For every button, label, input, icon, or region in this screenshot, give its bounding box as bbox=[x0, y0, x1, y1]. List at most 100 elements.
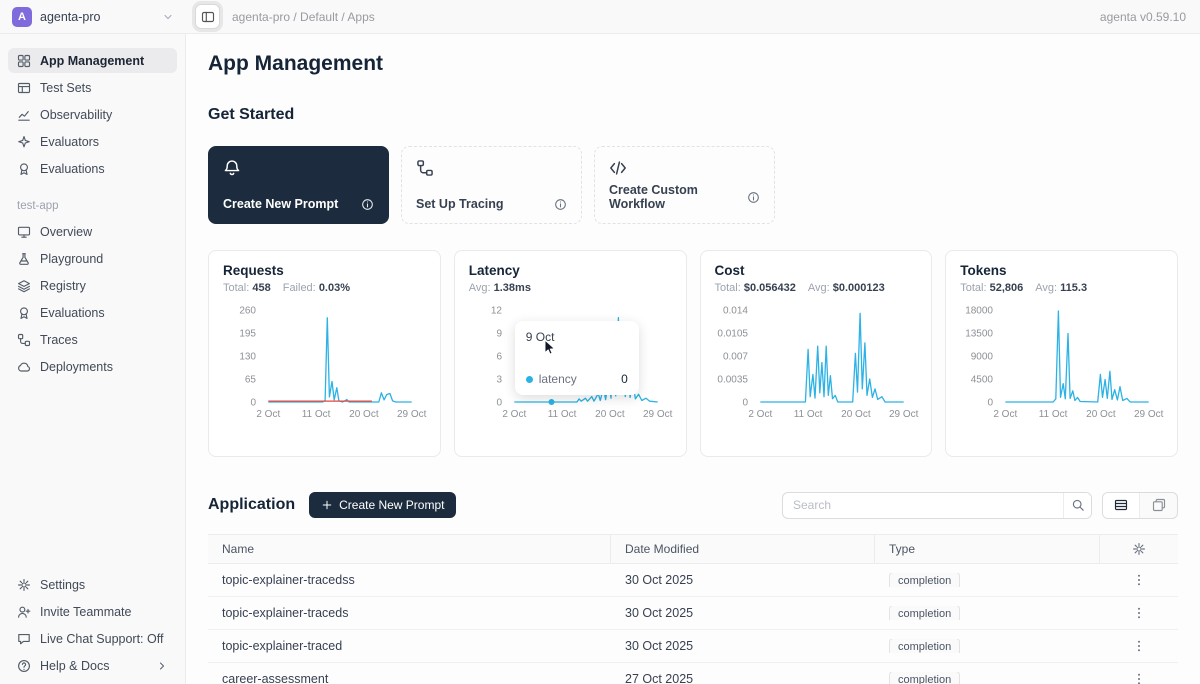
sidebar-item-traces[interactable]: Traces bbox=[8, 327, 177, 352]
grid-icon bbox=[17, 54, 31, 68]
sidebar-item-label: Invite Teammate bbox=[40, 605, 131, 619]
app-type: completion bbox=[875, 672, 1100, 684]
observability-icon bbox=[17, 108, 31, 122]
app-date-modified: 30 Oct 2025 bbox=[611, 606, 875, 620]
dots-vertical-icon[interactable] bbox=[1132, 639, 1146, 653]
workspace-selector[interactable]: A agenta-pro bbox=[0, 7, 186, 27]
card-view-icon bbox=[1152, 498, 1166, 512]
svg-text:11 Oct: 11 Oct bbox=[1039, 409, 1068, 420]
sidebar-item-evaluators[interactable]: Evaluators bbox=[8, 129, 177, 154]
search-icon bbox=[1071, 498, 1085, 512]
tooltip-series-name: latency bbox=[539, 372, 577, 386]
sidebar-item-label: Evaluators bbox=[40, 135, 99, 149]
main-content: App Management Get Started Create New Pr… bbox=[186, 34, 1200, 684]
get-started-cards: Create New Prompt Set Up Tracing Create … bbox=[208, 146, 1178, 224]
table-body: topic-explainer-tracedss 30 Oct 2025 com… bbox=[208, 564, 1178, 684]
series-dot-icon bbox=[526, 376, 533, 383]
type-badge: completion bbox=[889, 639, 960, 653]
svg-text:13500: 13500 bbox=[965, 329, 993, 340]
application-header: Application Create New Prompt bbox=[208, 491, 1178, 519]
table-row[interactable]: career-assessment 27 Oct 2025 completion bbox=[208, 663, 1178, 684]
get-started-card-create-new-prompt[interactable]: Create New Prompt bbox=[208, 146, 389, 224]
deployments-icon bbox=[17, 360, 31, 374]
search-input[interactable] bbox=[783, 493, 1063, 518]
stat-subtitle: Avg: 1.38ms bbox=[469, 282, 672, 294]
sidebar-item-deployments[interactable]: Deployments bbox=[8, 354, 177, 379]
gear-icon[interactable] bbox=[1132, 542, 1146, 556]
column-header-type[interactable]: Type bbox=[875, 535, 1100, 563]
app-name: topic-explainer-traced bbox=[208, 639, 611, 653]
sidebar-item-evaluations[interactable]: Evaluations bbox=[8, 156, 177, 181]
dots-vertical-icon[interactable] bbox=[1132, 573, 1146, 587]
sidebar-toggle-icon bbox=[201, 10, 215, 24]
stat-card-requests: Requests Total: 458Failed: 0.03%06513019… bbox=[208, 250, 441, 457]
sidebar-item-app-management[interactable]: App Management bbox=[8, 48, 177, 73]
topbar: A agenta-pro agenta-pro / Default / Apps… bbox=[0, 0, 1200, 34]
stat-title: Cost bbox=[715, 263, 918, 278]
table-row[interactable]: topic-explainer-traced 30 Oct 2025 compl… bbox=[208, 630, 1178, 663]
stat-card-latency: Latency Avg: 1.38ms0369122 Oct11 Oct20 O… bbox=[454, 250, 687, 457]
breadcrumb: agenta-pro / Default / Apps bbox=[232, 10, 375, 24]
info-circle-icon bbox=[554, 198, 567, 211]
card-label: Set Up Tracing bbox=[416, 197, 504, 211]
sidebar-item-test-sets[interactable]: Test Sets bbox=[8, 75, 177, 100]
stat-pair: Avg: $0.000123 bbox=[808, 282, 885, 294]
table-view-button[interactable] bbox=[1103, 493, 1140, 518]
sidebar-item-help-docs[interactable]: Help & Docs bbox=[8, 653, 177, 678]
dots-vertical-icon[interactable] bbox=[1132, 672, 1146, 684]
card-label: Create Custom Workflow bbox=[609, 183, 747, 211]
evaluators-icon bbox=[17, 135, 31, 149]
type-badge: completion bbox=[889, 606, 960, 620]
sidebar: App Management Test Sets Observability E… bbox=[0, 34, 186, 684]
sidebar-item-playground[interactable]: Playground bbox=[8, 246, 177, 271]
sidebar-item-label: Registry bbox=[40, 279, 86, 293]
chart-requests: 0651301952602 Oct11 Oct20 Oct29 Oct bbox=[223, 304, 429, 422]
svg-text:9: 9 bbox=[496, 329, 502, 340]
svg-text:20 Oct: 20 Oct bbox=[595, 409, 625, 420]
column-header-name[interactable]: Name bbox=[208, 535, 611, 563]
sidebar-main-nav: App Management Test Sets Observability E… bbox=[0, 48, 185, 181]
svg-text:195: 195 bbox=[239, 329, 256, 340]
application-title: Application bbox=[208, 496, 295, 514]
table-row[interactable]: topic-explainer-tracedss 30 Oct 2025 com… bbox=[208, 564, 1178, 597]
dots-vertical-icon[interactable] bbox=[1132, 606, 1146, 620]
sidebar-item-overview[interactable]: Overview bbox=[8, 219, 177, 244]
sidebar-item-settings[interactable]: Settings bbox=[8, 572, 177, 597]
sidebar-item-live-chat-support-off[interactable]: Live Chat Support: Off bbox=[8, 626, 177, 651]
sidebar-item-label: Deployments bbox=[40, 360, 113, 374]
svg-text:0: 0 bbox=[250, 398, 256, 409]
app-type: completion bbox=[875, 606, 1100, 620]
sidebar-item-registry[interactable]: Registry bbox=[8, 273, 177, 298]
sidebar-item-observability[interactable]: Observability bbox=[8, 102, 177, 127]
workspace-avatar: A bbox=[12, 7, 32, 27]
app-date-modified: 30 Oct 2025 bbox=[611, 639, 875, 653]
sidebar-item-label: Overview bbox=[40, 225, 92, 239]
sidebar-item-evaluations[interactable]: Evaluations bbox=[8, 300, 177, 325]
page-title: App Management bbox=[208, 52, 1178, 76]
sidebar-item-label: App Management bbox=[40, 54, 144, 68]
column-header-actions bbox=[1100, 535, 1178, 563]
info-circle-icon bbox=[361, 198, 374, 211]
get-started-card-set-up-tracing[interactable]: Set Up Tracing bbox=[401, 146, 582, 224]
invite-icon bbox=[17, 605, 31, 619]
version-label: agenta v0.59.10 bbox=[1100, 10, 1200, 24]
sidebar-toggle-button[interactable] bbox=[195, 4, 220, 29]
chart-cost: 00.00350.0070.01050.0142 Oct11 Oct20 Oct… bbox=[715, 304, 921, 422]
create-new-prompt-button[interactable]: Create New Prompt bbox=[309, 492, 456, 518]
stat-subtitle: Total: $0.056432Avg: $0.000123 bbox=[715, 282, 918, 294]
chevron-right-icon bbox=[156, 660, 168, 672]
chevron-down-icon bbox=[162, 11, 174, 23]
evaluations-icon bbox=[17, 162, 31, 176]
search-button[interactable] bbox=[1063, 493, 1091, 518]
get-started-card-create-custom-workflow[interactable]: Create Custom Workflow bbox=[594, 146, 775, 224]
table-row[interactable]: topic-explainer-traceds 30 Oct 2025 comp… bbox=[208, 597, 1178, 630]
stat-pair: Avg: 115.3 bbox=[1035, 282, 1087, 294]
evaluations-icon bbox=[17, 306, 31, 320]
sidebar-item-label: Evaluations bbox=[40, 306, 105, 320]
row-actions bbox=[1100, 606, 1178, 620]
card-view-button[interactable] bbox=[1140, 493, 1177, 518]
sidebar-item-invite-teammate[interactable]: Invite Teammate bbox=[8, 599, 177, 624]
svg-text:29 Oct: 29 Oct bbox=[643, 409, 673, 420]
create-new-prompt-label: Create New Prompt bbox=[339, 498, 444, 512]
column-header-date-modified[interactable]: Date Modified bbox=[611, 535, 875, 563]
